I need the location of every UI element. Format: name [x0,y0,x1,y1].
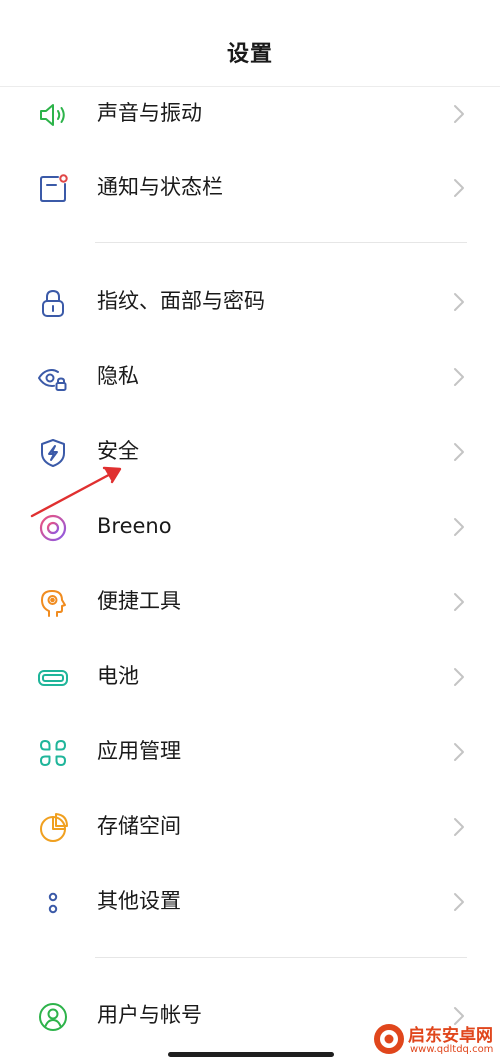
settings-item-storage[interactable]: 存储空间 [0,789,500,863]
chevron-right-icon [452,741,466,763]
chevron-right-icon [452,591,466,613]
annotation-arrow [28,462,128,522]
chevron-right-icon [452,291,466,313]
lock-icon [36,286,70,320]
section-divider [95,242,467,243]
settings-item-sound[interactable]: 声音与振动 [0,76,500,150]
watermark-name: 启东安卓网 [408,1026,493,1046]
battery-icon [36,661,70,695]
settings-item-label: 用户与帐号 [97,1003,202,1027]
settings-item-shortcuts[interactable]: 便捷工具 [0,564,500,638]
chevron-right-icon [452,103,466,125]
chevron-right-icon [452,177,466,199]
chevron-right-icon [452,441,466,463]
speaker-icon [36,98,70,132]
settings-item-label: 声音与振动 [97,101,202,125]
watermark: 启东安卓网 www.qdltdq.com [372,1018,500,1061]
top-bar: 设置 [0,0,500,87]
chevron-right-icon [452,816,466,838]
settings-item-label: 电池 [97,664,139,688]
settings-item-label: 存储空间 [97,814,181,838]
settings-item-label: 指纹、面部与密码 [97,289,265,313]
section-divider [95,957,467,958]
storage-pie-icon [36,811,70,845]
settings-item-label: 其他设置 [97,889,181,913]
settings-item-battery[interactable]: 电池 [0,639,500,713]
chevron-right-icon [452,666,466,688]
user-icon [36,1000,70,1034]
home-indicator[interactable] [168,1052,334,1057]
settings-item-label: 隐私 [97,364,139,388]
page-title: 设置 [226,42,273,67]
settings-item-fingerprint[interactable]: 指纹、面部与密码 [0,264,500,338]
chevron-right-icon [452,891,466,913]
privacy-eye-icon [36,361,70,395]
apps-icon [36,736,70,770]
settings-item-other-settings[interactable]: 其他设置 [0,864,500,938]
chevron-right-icon [452,366,466,388]
chevron-right-icon [452,516,466,538]
settings-item-privacy[interactable]: 隐私 [0,339,500,413]
settings-item-app-management[interactable]: 应用管理 [0,714,500,788]
watermark-logo-icon [372,1022,406,1056]
more-dots-icon [36,886,70,920]
settings-item-label: 便捷工具 [97,589,181,613]
settings-item-label: 应用管理 [97,739,181,763]
settings-item-label: 通知与状态栏 [97,175,223,199]
watermark-url: www.qdltdq.com [410,1044,494,1055]
notification-icon [36,172,70,206]
settings-item-label: 安全 [97,439,139,463]
head-gear-icon [36,586,70,620]
settings-item-notification[interactable]: 通知与状态栏 [0,150,500,224]
